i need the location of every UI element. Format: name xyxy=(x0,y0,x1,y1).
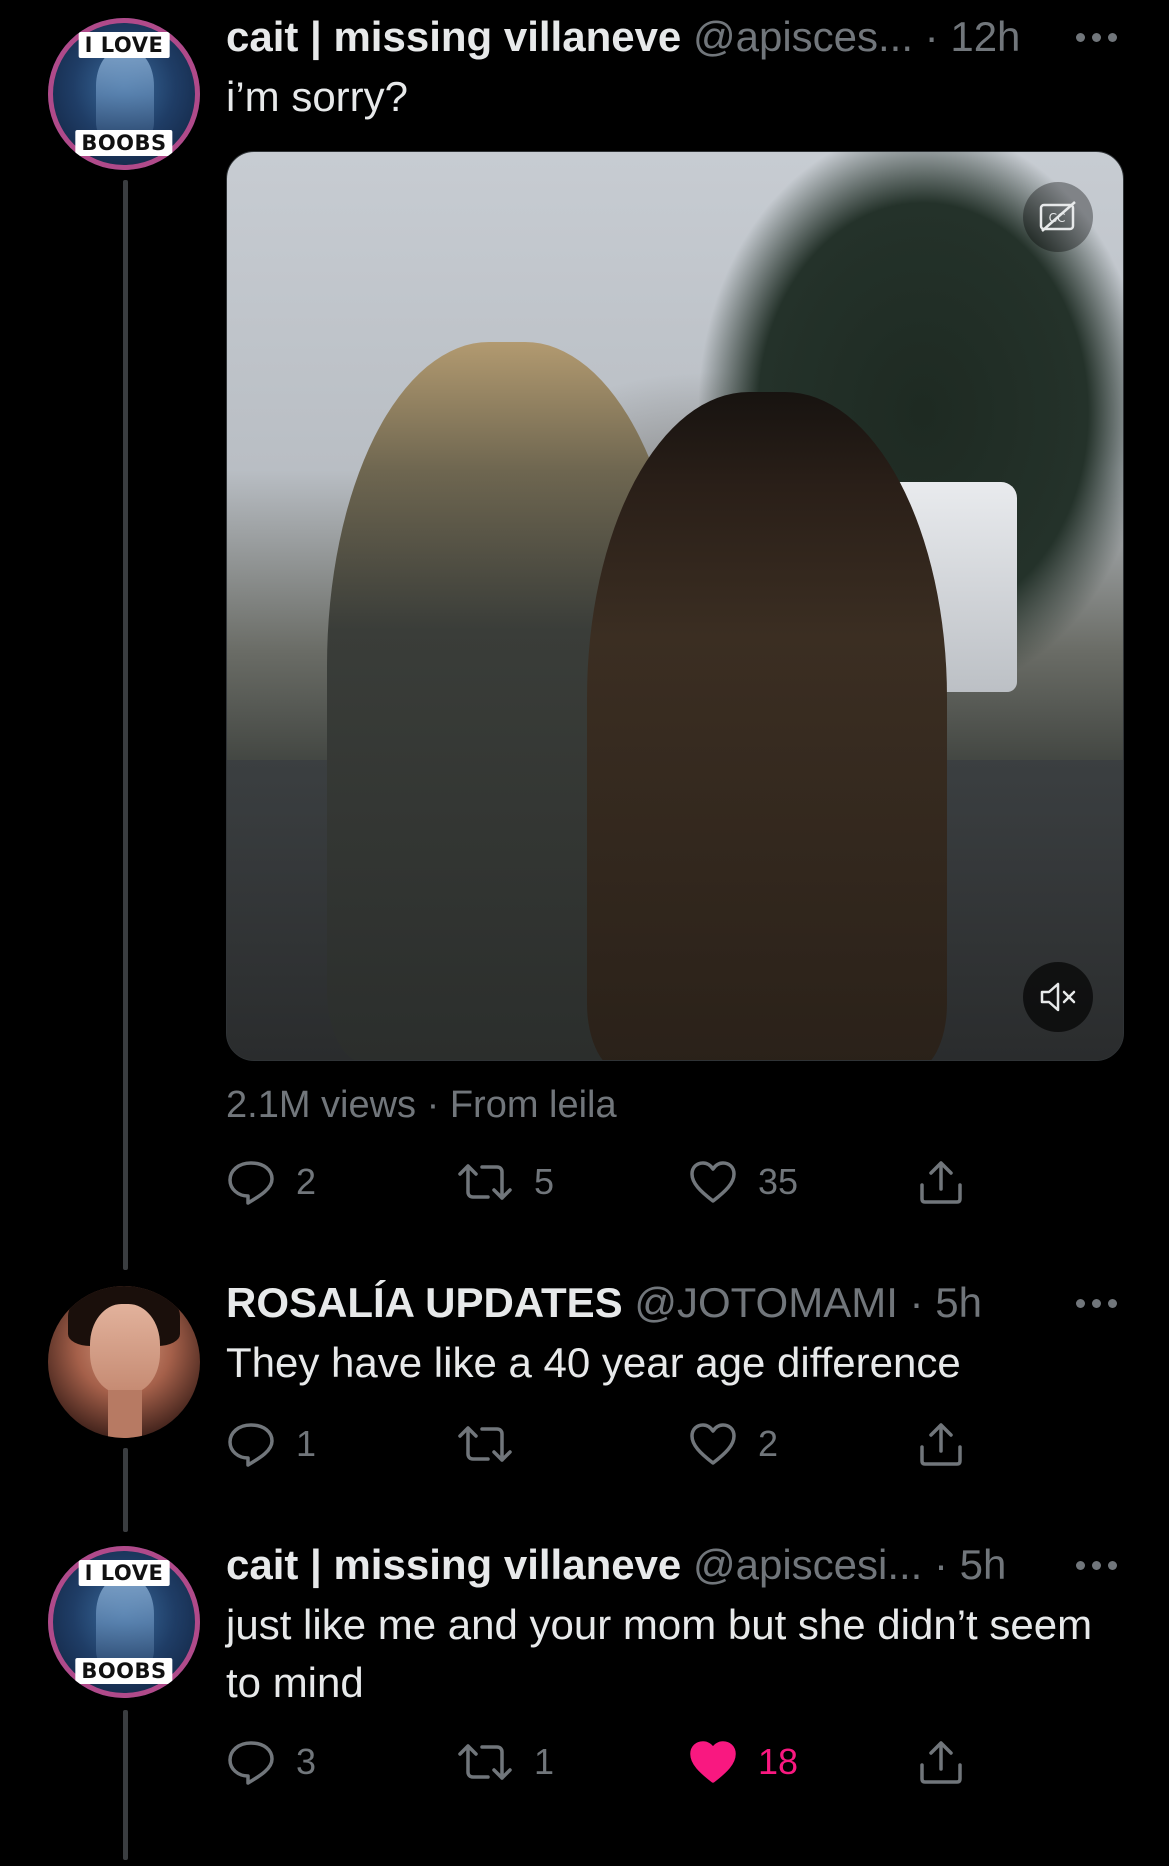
like-button[interactable]: 18 xyxy=(688,1732,798,1792)
avatar-badge-top: I LOVE xyxy=(78,1560,170,1586)
dot-icon xyxy=(1092,1560,1101,1570)
reply-icon xyxy=(228,1161,274,1205)
closed-captions-button[interactable]: CC xyxy=(1023,182,1093,252)
more-options-button[interactable] xyxy=(1076,1540,1117,1590)
avatar[interactable]: I LOVE BOOBS xyxy=(48,18,200,170)
dot-icon xyxy=(1076,1298,1085,1308)
closed-captions-icon: CC xyxy=(1039,201,1076,232)
display-name[interactable]: cait | missing villaneve xyxy=(226,1541,681,1588)
like-count: 35 xyxy=(758,1161,799,1202)
thread-line xyxy=(123,1448,128,1532)
dot-icon xyxy=(1108,1298,1117,1308)
dot-icon xyxy=(1108,32,1117,42)
dot-icon xyxy=(1076,1560,1085,1570)
retweet-icon xyxy=(458,1164,512,1200)
video-player[interactable]: CC xyxy=(226,151,1124,1061)
avatar[interactable] xyxy=(48,1286,200,1438)
retweet-count: 1 xyxy=(534,1741,555,1782)
heart-icon xyxy=(690,1161,736,1203)
thread-line xyxy=(123,180,128,1270)
reply-icon xyxy=(228,1741,274,1785)
tweet-header: ROSALÍA UPDATES @JOTOMAMI · 5h xyxy=(226,1278,982,1328)
video-views: 2.1M views · From leila xyxy=(226,1084,617,1126)
muted-speaker-icon xyxy=(1040,982,1076,1012)
tweet-text: i’m sorry? xyxy=(226,73,409,120)
share-button[interactable] xyxy=(916,1732,966,1792)
share-button[interactable] xyxy=(916,1152,966,1212)
tweet-text: just like me and your mom but she didn’t… xyxy=(226,1601,1093,1706)
more-options-button[interactable] xyxy=(1076,12,1117,62)
reply-button[interactable]: 1 xyxy=(226,1414,316,1474)
retweet-button[interactable]: 5 xyxy=(456,1152,554,1212)
retweet-icon xyxy=(458,1426,512,1462)
retweet-count: 5 xyxy=(534,1161,555,1202)
thread-line xyxy=(123,1710,128,1860)
reply-count: 2 xyxy=(296,1161,317,1202)
tweet-header: cait | missing villaneve @apiscesi... · … xyxy=(226,1540,1006,1590)
dot-icon xyxy=(1092,32,1101,42)
dot-icon xyxy=(1076,32,1085,42)
handle-and-time[interactable]: @JOTOMAMI · 5h xyxy=(634,1279,982,1326)
reply-button[interactable]: 3 xyxy=(226,1732,316,1792)
reply-button[interactable]: 2 xyxy=(226,1152,316,1212)
avatar-badge-top: I LOVE xyxy=(78,32,170,58)
reply-icon xyxy=(228,1423,274,1467)
like-count: 2 xyxy=(758,1423,779,1464)
like-button[interactable]: 35 xyxy=(688,1152,798,1212)
share-button[interactable] xyxy=(916,1414,966,1474)
retweet-icon xyxy=(458,1744,512,1780)
avatar[interactable]: I LOVE BOOBS xyxy=(48,1546,200,1698)
like-count: 18 xyxy=(758,1741,799,1782)
action-bar: 3 1 18 xyxy=(226,1732,986,1792)
video-frame-person xyxy=(587,392,947,1060)
share-icon xyxy=(920,1741,962,1784)
display-name[interactable]: ROSALÍA UPDATES xyxy=(226,1279,623,1326)
share-icon xyxy=(920,1423,962,1466)
dot-icon xyxy=(1108,1560,1117,1570)
reply-count: 3 xyxy=(296,1741,317,1782)
heart-icon xyxy=(690,1423,736,1465)
reply-count: 1 xyxy=(296,1423,317,1464)
heart-filled-icon xyxy=(690,1741,736,1783)
action-bar: 2 5 35 xyxy=(226,1152,986,1212)
tweet-text: They have like a 40 year age difference xyxy=(226,1339,961,1386)
retweet-button[interactable]: 1 xyxy=(456,1732,554,1792)
avatar-face xyxy=(90,1304,160,1394)
avatar-figure xyxy=(96,50,154,140)
avatar-badge-bottom: BOOBS xyxy=(75,130,173,156)
avatar-figure xyxy=(96,1578,154,1668)
display-name[interactable]: cait | missing villaneve xyxy=(226,13,681,60)
handle-and-time[interactable]: @apisces... · 12h xyxy=(693,13,1020,60)
share-icon xyxy=(920,1161,962,1204)
mute-toggle-button[interactable] xyxy=(1023,962,1093,1032)
dot-icon xyxy=(1092,1298,1101,1308)
action-bar: 1 2 xyxy=(226,1414,986,1474)
more-options-button[interactable] xyxy=(1076,1278,1117,1328)
avatar-badge-bottom: BOOBS xyxy=(75,1658,173,1684)
handle-and-time[interactable]: @apiscesi... · 5h xyxy=(693,1541,1006,1588)
retweet-button[interactable] xyxy=(456,1414,534,1474)
like-button[interactable]: 2 xyxy=(688,1414,778,1474)
avatar-neck xyxy=(108,1390,142,1438)
tweet-header: cait | missing villaneve @apisces... · 1… xyxy=(226,12,1020,62)
